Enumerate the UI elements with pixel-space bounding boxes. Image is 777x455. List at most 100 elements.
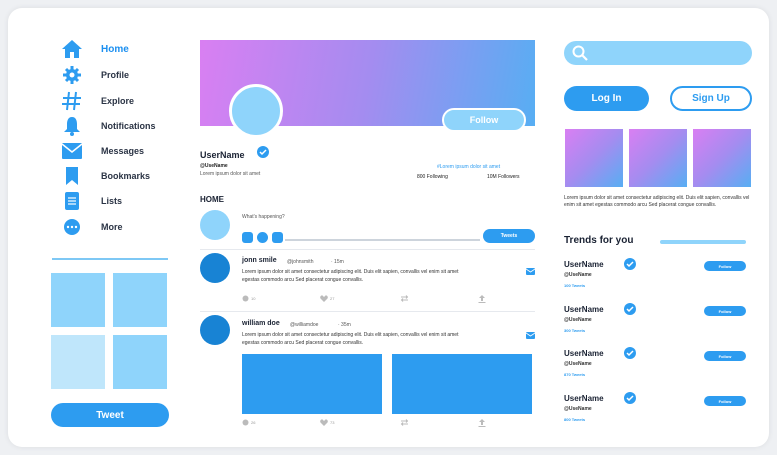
- poll-icon[interactable]: [272, 232, 283, 243]
- compose-avatar: [200, 210, 230, 240]
- gallery-image[interactable]: [629, 129, 687, 187]
- mail-icon: [60, 141, 84, 161]
- like-count: 27: [330, 296, 335, 301]
- upload-icon: [478, 295, 486, 303]
- post-time: · 35m: [338, 322, 351, 328]
- trend-count: 300 Tweets: [564, 328, 586, 333]
- nav-item-home[interactable]: Home: [60, 39, 129, 59]
- following-count[interactable]: 800 Following: [417, 174, 448, 180]
- sidebar-description: Lorem ipsum dolor sit amet consectetur a…: [564, 195, 750, 208]
- nav-label-explore: Explore: [101, 96, 135, 106]
- nav-item-lists[interactable]: Lists: [60, 191, 122, 211]
- post-avatar[interactable]: [200, 315, 230, 345]
- reply-icon: [242, 419, 249, 426]
- verified-icon: [624, 392, 636, 404]
- tweets-button[interactable]: Tweets: [483, 229, 535, 243]
- trends-title: Trends for you: [564, 235, 634, 246]
- trend-username[interactable]: UserName: [564, 394, 604, 403]
- post-time: · 15m: [331, 259, 344, 265]
- retweet-icon: [400, 295, 409, 302]
- retweet-action[interactable]: [400, 419, 411, 426]
- post-image[interactable]: [392, 354, 532, 414]
- media-tile[interactable]: [113, 335, 167, 389]
- followers-count[interactable]: 10M Followers: [487, 174, 520, 180]
- gear-icon: [60, 65, 84, 85]
- post-text: Lorem ipsum dolor sit amet consectetur a…: [242, 332, 459, 346]
- trend-handle: @UseName: [564, 317, 592, 323]
- post-image[interactable]: [242, 354, 382, 414]
- nav-item-notifications[interactable]: Notifications: [60, 116, 156, 136]
- nav-item-bookmarks[interactable]: Bookmarks: [60, 166, 150, 186]
- post-author-name[interactable]: william doe: [242, 320, 280, 327]
- reply-icon: [242, 295, 249, 302]
- reply-action[interactable]: 10: [242, 295, 255, 302]
- tweet-button[interactable]: Tweet: [51, 403, 169, 427]
- like-action[interactable]: 27: [320, 295, 334, 302]
- gallery-image[interactable]: [693, 129, 751, 187]
- nav-label-profile: Profile: [101, 70, 130, 80]
- trend-count: 100 Tweets: [564, 283, 586, 288]
- nav-label-more: More: [101, 222, 123, 232]
- verified-icon: [624, 258, 636, 270]
- reply-count: 26: [251, 420, 256, 425]
- heart-icon: [320, 419, 328, 426]
- media-tile[interactable]: [113, 273, 167, 327]
- heart-icon: [320, 295, 328, 302]
- feed-divider: [200, 249, 535, 250]
- share-action[interactable]: [478, 295, 488, 303]
- profile-link[interactable]: #Lorem ipsum dolor sit amet: [437, 164, 500, 170]
- home-icon: [60, 39, 84, 59]
- trend-handle: @UseName: [564, 272, 592, 278]
- retweet-action[interactable]: [400, 295, 411, 302]
- upload-icon: [478, 419, 486, 427]
- trend-handle: @UseName: [564, 361, 592, 367]
- hashtag-icon: [60, 91, 84, 111]
- signup-button[interactable]: Sign Up: [670, 86, 752, 111]
- nav-label-messages: Messages: [101, 146, 145, 156]
- trend-follow-button[interactable]: Follow: [704, 396, 746, 406]
- trend-username[interactable]: UserName: [564, 260, 604, 269]
- like-action[interactable]: 73: [320, 419, 334, 426]
- gif-icon[interactable]: [257, 232, 268, 243]
- trend-follow-button[interactable]: Follow: [704, 261, 746, 271]
- media-tile[interactable]: [51, 273, 105, 327]
- profile-username: UserName: [200, 150, 245, 160]
- trend-count: 800 Tweets: [564, 417, 586, 422]
- image-icon[interactable]: [242, 232, 253, 243]
- compose-input[interactable]: What's happening?: [242, 214, 285, 220]
- post-author-name[interactable]: jonn smile: [242, 257, 277, 264]
- post-avatar[interactable]: [200, 253, 230, 283]
- reply-action[interactable]: 26: [242, 419, 255, 426]
- profile-handle: @UseName: [200, 163, 228, 169]
- trend-username[interactable]: UserName: [564, 349, 604, 358]
- trend-username[interactable]: UserName: [564, 305, 604, 314]
- search-input[interactable]: [564, 41, 752, 65]
- profile-avatar[interactable]: [229, 84, 283, 138]
- nav-item-messages[interactable]: Messages: [60, 141, 144, 161]
- verified-icon: [624, 347, 636, 359]
- login-button[interactable]: Log In: [564, 86, 649, 111]
- gallery-image[interactable]: [565, 129, 623, 187]
- nav-item-profile[interactable]: Profile: [60, 65, 129, 85]
- post-text: Lorem ipsum dolor sit amet consectetur a…: [242, 269, 459, 283]
- nav-label-notifications: Notifications: [101, 121, 156, 131]
- feed-divider: [200, 311, 535, 312]
- profile-bio: Lorem ipsum dolor sit amet: [200, 171, 261, 177]
- trend-follow-button[interactable]: Follow: [704, 351, 746, 361]
- nav-item-explore[interactable]: Explore: [60, 91, 134, 111]
- share-mail-icon[interactable]: [526, 332, 535, 339]
- follow-button[interactable]: Follow: [442, 108, 526, 132]
- share-mail-icon[interactable]: [526, 268, 535, 275]
- nav-label-lists: Lists: [101, 196, 123, 206]
- verified-icon: [257, 146, 269, 158]
- nav-label-bookmarks: Bookmarks: [101, 171, 151, 181]
- nav-item-more[interactable]: More: [60, 217, 123, 237]
- share-action[interactable]: [478, 419, 488, 427]
- trend-follow-button[interactable]: Follow: [704, 306, 746, 316]
- post-author-handle: @johnsmith: [287, 259, 314, 265]
- more-icon: [60, 217, 84, 237]
- media-tile[interactable]: [51, 335, 105, 389]
- feed-section-title: HOME: [200, 195, 224, 204]
- nav-label-home: Home: [101, 43, 129, 55]
- compose-divider: [285, 239, 480, 241]
